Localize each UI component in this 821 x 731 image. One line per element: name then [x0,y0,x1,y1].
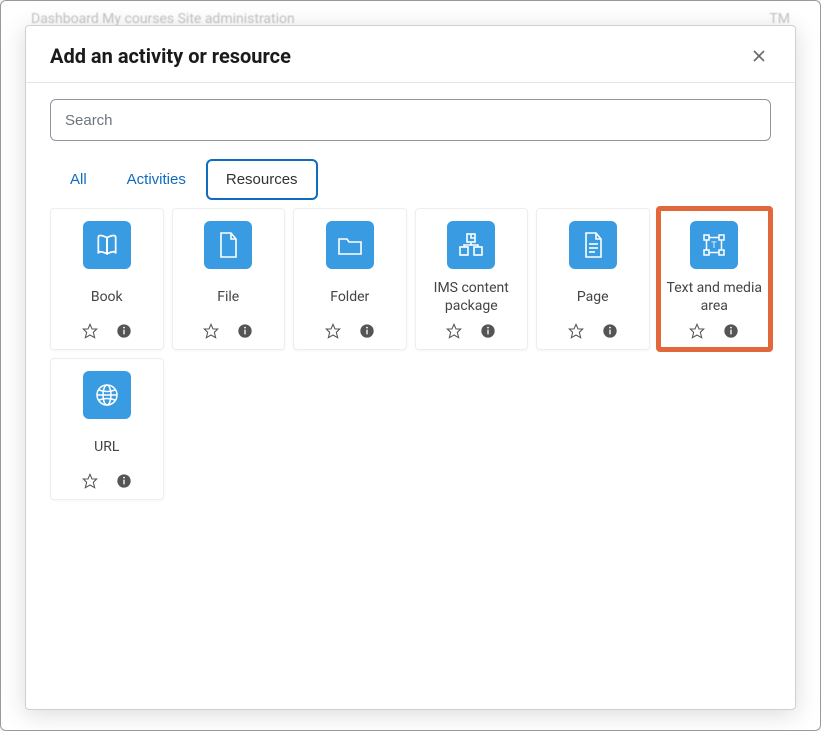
modal-body: All Activities Resources Book [26,83,795,709]
page-icon [569,221,617,269]
info-icon[interactable] [116,323,132,339]
card-label: URL [94,429,119,465]
ims-icon [447,221,495,269]
resource-card-url[interactable]: URL [50,358,164,500]
star-icon[interactable] [203,323,219,339]
activity-chooser-modal: Add an activity or resource All Activiti… [25,25,796,710]
tab-bar: All Activities Resources [50,159,771,200]
star-icon[interactable] [689,323,705,339]
text-media-icon: T [690,221,738,269]
folder-icon [326,221,374,269]
card-actions [82,473,132,489]
info-icon[interactable] [359,323,375,339]
info-icon[interactable] [480,323,496,339]
star-icon[interactable] [446,323,462,339]
info-icon[interactable] [723,323,739,339]
card-actions [689,323,739,339]
file-icon [204,221,252,269]
resource-card-text-media[interactable]: T Text and media area [658,208,772,350]
resource-card-ims[interactable]: IMS content package [415,208,529,350]
resource-grid: Book [50,208,771,500]
card-label: Page [577,279,609,315]
tab-activities[interactable]: Activities [107,159,206,200]
close-icon [751,48,767,64]
card-actions [325,323,375,339]
resource-card-book[interactable]: Book [50,208,164,350]
star-icon[interactable] [82,473,98,489]
card-actions [568,323,618,339]
card-label: Book [91,279,123,315]
card-actions [203,323,253,339]
card-actions [446,323,496,339]
card-label: IMS content package [422,279,522,315]
card-label: Text and media area [665,279,765,315]
close-button[interactable] [747,44,771,68]
star-icon[interactable] [568,323,584,339]
card-actions [82,323,132,339]
tab-all[interactable]: All [50,159,107,200]
modal-header: Add an activity or resource [26,26,795,83]
resource-card-file[interactable]: File [172,208,286,350]
info-icon[interactable] [237,323,253,339]
resource-card-folder[interactable]: Folder [293,208,407,350]
globe-icon [83,371,131,419]
card-label: File [217,279,239,315]
info-icon[interactable] [116,473,132,489]
search-input[interactable] [50,99,771,141]
card-label: Folder [330,279,369,315]
book-icon [83,221,131,269]
svg-text:T: T [712,240,718,250]
star-icon[interactable] [325,323,341,339]
star-icon[interactable] [82,323,98,339]
resource-card-page[interactable]: Page [536,208,650,350]
modal-title: Add an activity or resource [50,44,291,68]
tab-resources[interactable]: Resources [206,159,318,200]
info-icon[interactable] [602,323,618,339]
